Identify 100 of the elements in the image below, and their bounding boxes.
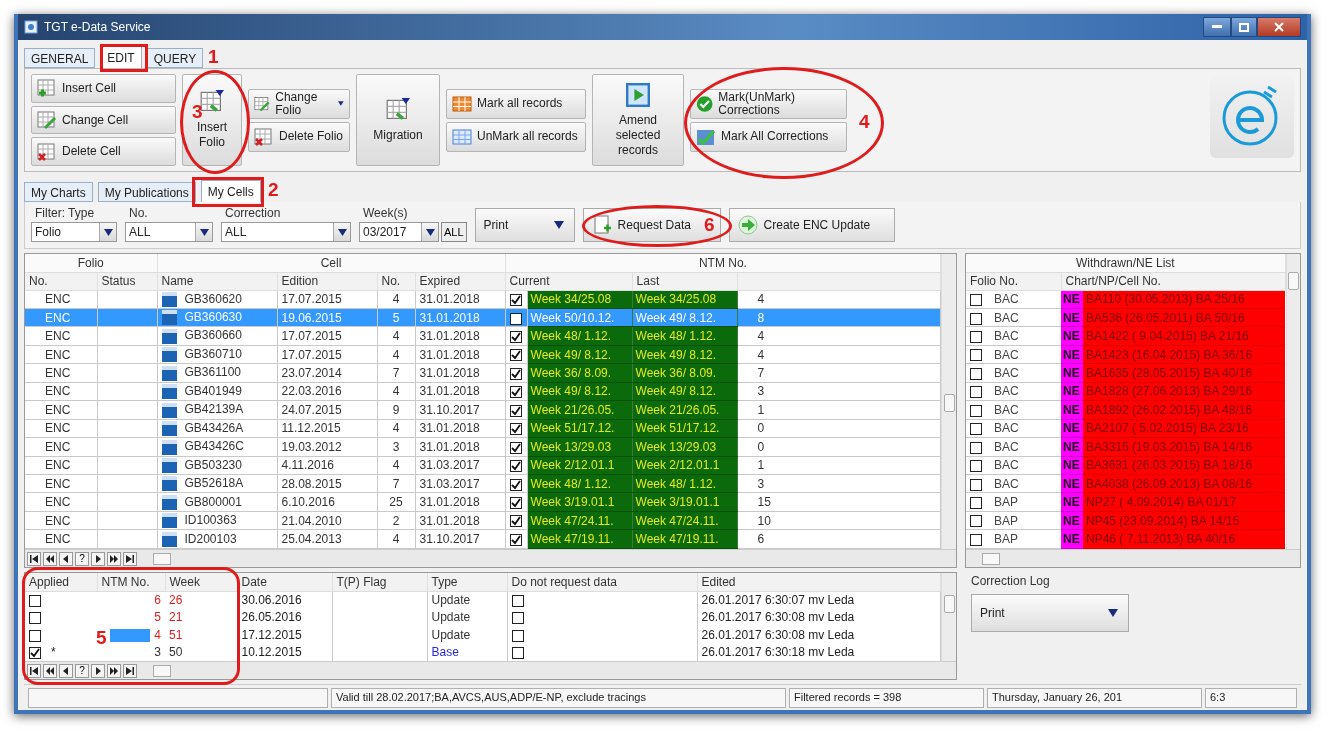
caret-icon [425, 228, 435, 236]
checkbox[interactable] [970, 312, 982, 325]
table-cell: Update [427, 591, 507, 609]
ribbon-button[interactable]: Change Folio [248, 88, 350, 119]
help-button[interactable]: ? [75, 663, 89, 678]
scrollbar-thumb[interactable] [982, 552, 1000, 565]
column-header: Date [237, 573, 332, 591]
next-button[interactable] [91, 663, 105, 678]
column-group-header: Cell [157, 254, 506, 272]
last-page-button[interactable] [123, 663, 137, 678]
checkbox[interactable] [29, 629, 41, 642]
minimize-button[interactable] [1203, 17, 1231, 37]
checkbox[interactable] [510, 386, 523, 399]
checkbox[interactable] [510, 423, 523, 436]
ribbon-button[interactable]: Mark All Corrections [690, 121, 847, 152]
previous-page-button[interactable] [43, 663, 57, 678]
all-button[interactable]: ALL [441, 222, 467, 242]
scrollbar-thumb[interactable] [153, 664, 171, 677]
next-page-button[interactable] [107, 663, 121, 678]
ribbon-button[interactable]: UnMark all records [446, 121, 586, 152]
tab[interactable]: My Charts [24, 182, 93, 202]
checkbox[interactable] [970, 441, 982, 454]
checkbox[interactable] [510, 367, 523, 380]
help-button[interactable]: ? [75, 551, 89, 566]
last-page-button[interactable] [123, 551, 137, 566]
checkbox[interactable] [510, 330, 523, 343]
checkbox[interactable] [510, 497, 523, 510]
scrollbar[interactable] [941, 573, 956, 661]
checkbox[interactable] [970, 497, 982, 510]
next-button[interactable] [91, 551, 105, 566]
checkbox[interactable] [970, 478, 982, 491]
dropdown[interactable]: ALL [125, 222, 213, 242]
first-page-button[interactable] [27, 663, 41, 678]
first-page-button[interactable] [27, 551, 41, 566]
tab[interactable]: GENERAL [24, 48, 96, 68]
ribbon-button[interactable]: Delete Cell [31, 137, 176, 166]
dropdown[interactable]: 03/2017 [359, 222, 439, 242]
checkbox[interactable] [510, 515, 523, 528]
checkbox[interactable] [510, 441, 523, 454]
checkbox[interactable] [510, 294, 523, 307]
arrow-icon [110, 554, 118, 563]
dropdown[interactable]: ALL [221, 222, 351, 242]
ribbon-button[interactable]: Amend selected records [592, 74, 684, 166]
tab[interactable]: My Cells [200, 180, 261, 202]
scrollbar[interactable] [941, 254, 956, 549]
tab[interactable]: QUERY [146, 48, 204, 68]
table-cell: 5 [377, 308, 415, 327]
ribbon-button[interactable]: Mark all records [446, 88, 586, 119]
checkbox[interactable] [970, 460, 982, 473]
checkbox[interactable] [511, 629, 524, 642]
caret-icon [103, 228, 113, 236]
table-cell: BAP [994, 495, 1018, 510]
filter-label: Week(s) [362, 206, 409, 220]
tab[interactable]: My Publications [97, 182, 196, 202]
dropdown[interactable]: Folio [31, 222, 117, 242]
checkbox[interactable] [970, 534, 982, 546]
checkbox[interactable] [510, 460, 523, 473]
checkbox[interactable] [510, 404, 523, 417]
previous-button[interactable] [59, 551, 73, 566]
table-icon [452, 93, 472, 114]
checkbox[interactable] [511, 647, 524, 660]
checkbox[interactable] [510, 534, 523, 546]
checkbox[interactable] [970, 515, 982, 528]
checkbox[interactable] [510, 312, 523, 325]
checkbox[interactable] [970, 423, 982, 436]
checkbox[interactable] [970, 386, 982, 399]
ribbon-button[interactable]: Insert Cell [31, 74, 176, 103]
ribbon-button[interactable]: Change Cell [31, 105, 176, 135]
action-button[interactable]: Create ENC Update [728, 208, 895, 242]
print-dropdown[interactable]: Print [474, 208, 575, 242]
checkbox[interactable] [29, 647, 41, 660]
checkbox[interactable] [511, 594, 524, 607]
table-cell: 4 [377, 326, 415, 346]
next-page-button[interactable] [107, 551, 121, 566]
previous-button[interactable] [59, 663, 73, 678]
checkbox[interactable] [511, 612, 524, 625]
checkbox[interactable] [970, 294, 982, 307]
maximize-button[interactable] [1231, 17, 1257, 37]
check-circle-icon [696, 93, 714, 114]
table-cell: 7 [737, 363, 941, 383]
table-cell: 17.07.2015 [277, 326, 377, 346]
ribbon-button[interactable]: Delete Folio [248, 121, 350, 152]
checkbox[interactable] [970, 330, 982, 343]
checkbox[interactable] [970, 404, 982, 417]
arrow-icon [30, 666, 38, 675]
checkbox[interactable] [970, 367, 982, 380]
checkbox[interactable] [510, 478, 523, 491]
checkbox[interactable] [29, 594, 41, 607]
ribbon-button[interactable]: Migration [356, 74, 440, 166]
ribbon-button[interactable]: Mark(UnMark) Corrections [690, 88, 847, 119]
scrollbar-thumb[interactable] [153, 552, 171, 565]
close-button[interactable] [1257, 17, 1301, 37]
previous-page-button[interactable] [43, 551, 57, 566]
table-cell: 31.03.2017 [415, 474, 506, 493]
checkbox[interactable] [970, 349, 982, 362]
checkbox[interactable] [510, 349, 523, 362]
scrollbar[interactable] [1285, 254, 1300, 549]
checkbox[interactable] [29, 612, 41, 625]
print-dropdown[interactable]: Print [971, 594, 1129, 632]
table-cell: 0 [737, 419, 941, 438]
